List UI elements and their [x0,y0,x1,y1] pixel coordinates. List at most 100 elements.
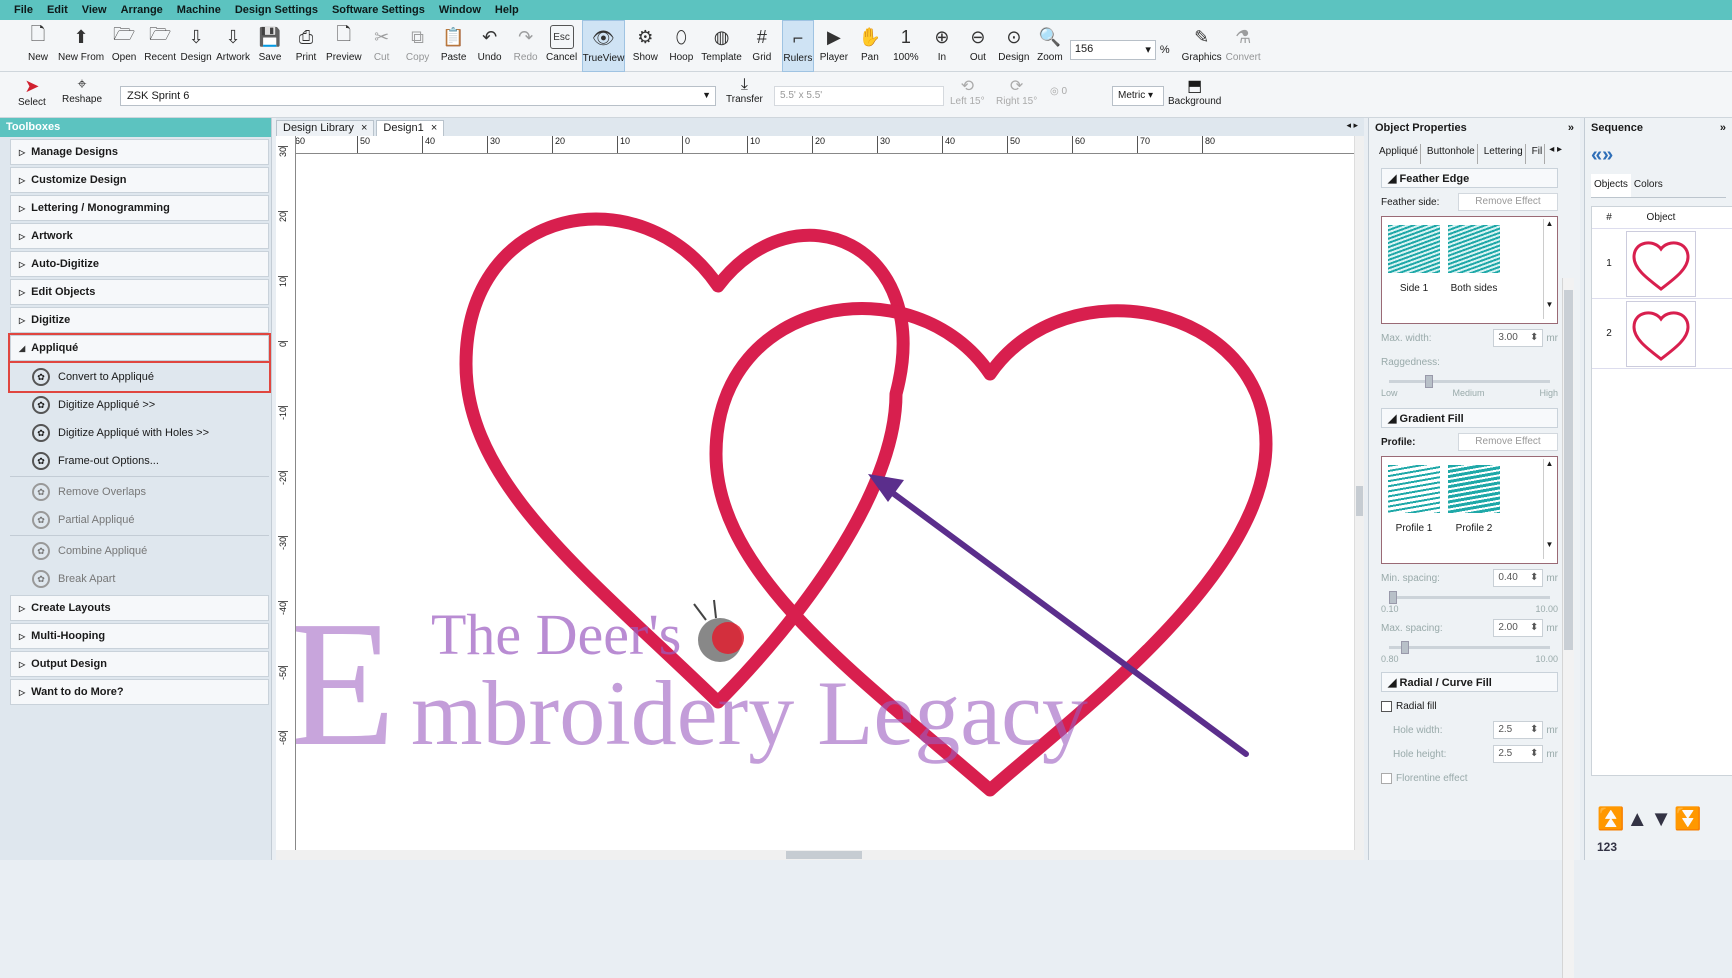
rulers-button[interactable]: ⌐ Rulers [781,20,814,72]
transfer-button[interactable]: ⤓ Transfer [726,76,763,105]
toolbox-group-manage-designs[interactable]: ▷ Manage Designs [10,139,269,165]
tab-design1[interactable]: Design1 × [376,120,445,136]
tool-digitize-appliqu-with-holes[interactable]: ✿ Digitize Appliqué with Holes >> [10,419,269,447]
sequence-row[interactable]: 2 [1592,299,1732,369]
zoom-level-select[interactable]: 156 ▾ [1069,40,1156,60]
tool-partial-appliqu[interactable]: ✿ Partial Appliqué [10,506,269,534]
design-button[interactable]: ⇩ Design [180,20,212,72]
heart-thumbnail[interactable] [1626,230,1696,297]
100-button[interactable]: 1 100% [890,20,922,72]
sequence-forward-icon[interactable]: » [1602,144,1613,166]
op-tab-buttonhole[interactable]: Buttonhole [1425,144,1478,164]
toolbox-group-want-to-do-more[interactable]: ▷ Want to do More? [10,679,269,705]
hole-height-input[interactable]: 2.5 ⬍ [1493,745,1544,763]
graphics-button[interactable]: ✎ Graphics [1182,20,1222,72]
tab-scroll-arrows-icon[interactable]: ◂ ▸ [1346,120,1358,131]
tool-convert-to-appliqu[interactable]: ✿ Convert to Appliqué [8,361,271,393]
expand-icon[interactable]: » [1720,122,1726,136]
design-button[interactable]: ⊙ Design [998,20,1030,72]
hole-width-input[interactable]: 2.5 ⬍ [1493,721,1544,739]
tab-scroll-arrows-icon[interactable]: ◂ ▸ [1549,144,1562,164]
max-width-input[interactable]: 3.00 ⬍ [1493,329,1544,347]
toolbox-group-output-design[interactable]: ▷ Output Design [10,651,269,677]
player-button[interactable]: ▶ Player [818,20,850,72]
redo-button[interactable]: ↷ Redo [510,20,542,72]
op-tab-appliqu[interactable]: Appliqué [1377,144,1421,164]
print-button[interactable]: ⎙ Print [290,20,322,72]
hoop-size-select[interactable]: 5.5' x 5.5' [774,86,944,106]
expand-icon[interactable]: » [1568,122,1574,136]
tab-colors[interactable]: Colors [1631,174,1666,197]
menu-arrange[interactable]: Arrange [121,4,163,16]
background-button[interactable]: ⬒ Background [1168,76,1221,107]
rotate-left-button[interactable]: ⟲ Left 15° [950,76,985,107]
tool-digitize-appliqu[interactable]: ✿ Digitize Appliqué >> [10,391,269,419]
menu-edit[interactable]: Edit [47,4,68,16]
cancel-button[interactable]: Esc Cancel [546,20,578,72]
profile-2-option[interactable]: Profile 2 [1448,465,1500,555]
in-button[interactable]: ⊕ In [926,20,958,72]
tool-frame-out-options[interactable]: ✿ Frame-out Options... [10,447,269,475]
object-properties-scrollbar[interactable] [1562,278,1574,978]
cut-button[interactable]: ✂ Cut [366,20,398,72]
toolbox-group-auto-digitize[interactable]: ▷ Auto-Digitize [10,251,269,277]
menu-help[interactable]: Help [495,4,519,16]
toolbox-group-digitize[interactable]: ▷ Digitize [10,307,269,333]
gallery-scrollbar[interactable]: ▲ ▼ [1543,219,1555,319]
heart-thumbnail[interactable] [1626,300,1696,367]
preview-button[interactable]: 🗋 Preview [326,20,362,72]
save-button[interactable]: 💾 Save [254,20,286,72]
toolbox-group-artwork[interactable]: ▷ Artwork [10,223,269,249]
zoom-button[interactable]: 🔍 Zoom [1034,20,1066,72]
tool-combine-appliqu[interactable]: ✿ Combine Appliqué [10,537,269,565]
toolbox-group-customize-design[interactable]: ▷ Customize Design [10,167,269,193]
menu-file[interactable]: File [14,4,33,16]
recent-button[interactable]: 🗁 Recent [144,20,176,72]
max-spacing-slider[interactable] [1381,640,1558,654]
radial-curve-fill-header[interactable]: ◢ Radial / Curve Fill [1381,672,1558,692]
rotate-angle-field[interactable]: ◎ 0 [1050,86,1100,106]
op-tab-fil[interactable]: Fil [1530,144,1546,164]
tab-objects[interactable]: Objects [1591,174,1631,197]
close-icon[interactable]: × [428,122,437,134]
feather-both-sides-option[interactable]: Both sides [1448,225,1500,315]
menu-window[interactable]: Window [439,4,481,16]
profile-gallery-scrollbar[interactable]: ▲ ▼ [1543,459,1555,559]
menu-view[interactable]: View [82,4,107,16]
move-last-icon[interactable]: ⏬ [1674,806,1701,832]
profile-1-option[interactable]: Profile 1 [1388,465,1440,555]
convert-button[interactable]: ⚗ Convert [1226,20,1261,72]
template-button[interactable]: ◍ Template [701,20,742,72]
menu-design-settings[interactable]: Design Settings [235,4,318,16]
toolbox-group-create-layouts[interactable]: ▷ Create Layouts [10,595,269,621]
tool-remove-overlaps[interactable]: ✿ Remove Overlaps [10,478,269,506]
min-spacing-input[interactable]: 0.40 ⬍ [1493,569,1544,587]
rotate-right-button[interactable]: ⟳ Right 15° [996,76,1037,107]
min-spacing-slider[interactable] [1381,590,1558,604]
op-tab-lettering[interactable]: Lettering [1482,144,1526,164]
toolbox-group-edit-objects[interactable]: ▷ Edit Objects [10,279,269,305]
pan-button[interactable]: ✋ Pan [854,20,886,72]
canvas-vertical-scrollbar[interactable] [1354,136,1364,850]
units-select[interactable]: Metric ▾ [1112,86,1164,106]
gradient-remove-effect-button[interactable]: Remove Effect [1458,433,1558,451]
open-button[interactable]: 🗁 Open [108,20,140,72]
move-first-icon[interactable]: ⏫ [1597,806,1624,832]
canvas-horizontal-scrollbar[interactable] [276,850,1364,860]
trueview-button[interactable]: 👁 TrueView [581,20,626,72]
close-icon[interactable]: × [358,122,367,134]
raggedness-slider[interactable] [1381,374,1558,388]
move-up-icon[interactable]: ▲ [1626,806,1648,832]
toolbox-group-multi-hooping[interactable]: ▷ Multi-Hooping [10,623,269,649]
select-button[interactable]: ➤ Select [18,76,46,108]
sequence-row[interactable]: 1 [1592,229,1732,299]
hoop-button[interactable]: ⬯ Hoop [665,20,697,72]
out-button[interactable]: ⊖ Out [962,20,994,72]
grid-button[interactable]: # Grid [746,20,778,72]
sequence-back-icon[interactable]: « [1591,144,1602,166]
tool-break-apart[interactable]: ✿ Break Apart [10,565,269,593]
radial-fill-checkbox[interactable] [1381,700,1392,712]
artwork-button[interactable]: ⇩ Artwork [216,20,250,72]
copy-button[interactable]: ⧉ Copy [402,20,434,72]
machine-select[interactable]: ZSK Sprint 6 ▼ [120,86,716,106]
